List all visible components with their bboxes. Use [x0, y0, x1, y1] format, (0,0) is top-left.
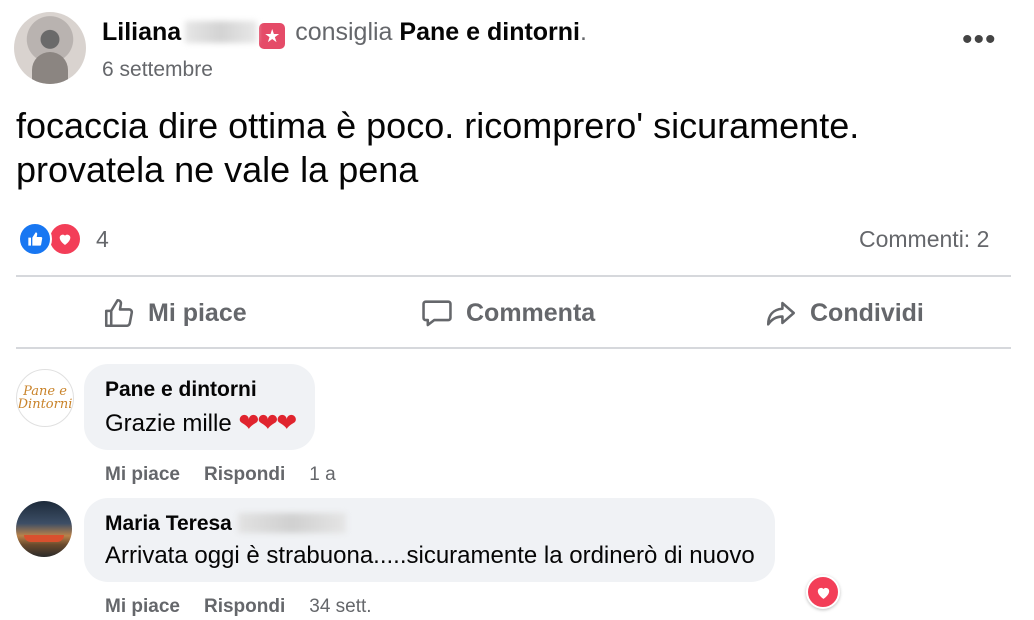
star-badge-icon: ★ [259, 23, 286, 49]
post-date[interactable]: 6 settembre [102, 58, 213, 82]
recommends-text: consiglia [295, 18, 393, 46]
comment-bubble-icon [422, 300, 452, 327]
comment-meta: Mi piace Rispondi 34 sett. [105, 596, 372, 618]
share-button-label: Condividi [810, 298, 924, 327]
comment-count[interactable]: Commenti: 2 [859, 226, 989, 253]
author-name[interactable]: Liliana [102, 18, 181, 46]
thumbs-up-icon [104, 298, 134, 328]
share-button[interactable]: Condividi [764, 290, 924, 336]
comment-reply-link[interactable]: Rispondi [204, 464, 285, 485]
page-avatar[interactable]: Pane e Dintorni [16, 369, 74, 427]
like-button[interactable]: Mi piace [102, 290, 247, 336]
commenter-avatar[interactable] [16, 501, 72, 557]
like-reaction-icon [18, 222, 52, 256]
red-hearts-emoji: ❤❤❤ [238, 409, 297, 437]
post-body-line-1: focaccia dire ottima è poco. ricomprero'… [16, 105, 860, 146]
love-reaction-icon [48, 222, 82, 256]
comment-author[interactable]: Maria Teresa [105, 512, 755, 536]
comment-meta: Mi piace Rispondi 1 a [105, 464, 336, 486]
comment-love-reaction-icon[interactable] [806, 575, 840, 609]
comment-button[interactable]: Commenta [420, 290, 595, 336]
divider-bottom [16, 347, 1011, 349]
page-avatar-logo-text: Pane e Dintorni [17, 384, 73, 412]
comment-like-link[interactable]: Mi piace [105, 464, 180, 485]
comment-author-name: Maria Teresa [105, 512, 232, 535]
share-arrow-icon [766, 301, 796, 326]
more-options-icon[interactable]: ••• [962, 25, 997, 55]
comment-time[interactable]: 1 a [309, 464, 335, 485]
comment-text-content: Grazie mille [105, 410, 232, 437]
reaction-icons[interactable] [18, 222, 84, 256]
comment-text: Arrivata oggi è strabuona.....sicurament… [105, 542, 755, 569]
comment-button-label: Commenta [466, 298, 596, 327]
comment-bubble: Pane e dintorni Grazie mille ❤❤❤ [84, 364, 316, 450]
comment-author[interactable]: Pane e dintorni [105, 378, 295, 402]
like-button-label: Mi piace [148, 298, 247, 327]
comment-text: Grazie mille ❤❤❤ [105, 408, 297, 438]
reaction-count[interactable]: 4 [96, 226, 109, 253]
period: . [580, 18, 587, 46]
comment-time[interactable]: 34 sett. [309, 596, 371, 617]
comment-like-link[interactable]: Mi piace [105, 596, 180, 617]
comment-bubble: Maria Teresa Arrivata oggi è strabuona..… [84, 498, 775, 582]
divider-top [16, 275, 1011, 277]
post-body-line-2: provatela ne vale la pena [16, 149, 419, 190]
post-header: Liliana ★ consiglia Pane e dintorni. [102, 18, 587, 49]
page-name-link[interactable]: Pane e dintorni [399, 18, 580, 46]
author-avatar[interactable] [14, 12, 86, 84]
comment-reply-link[interactable]: Rispondi [204, 596, 285, 617]
post-body: focaccia dire ottima è poco. ricomprero'… [16, 104, 1016, 192]
redacted-surname [185, 21, 258, 43]
redacted-surname [237, 513, 346, 533]
